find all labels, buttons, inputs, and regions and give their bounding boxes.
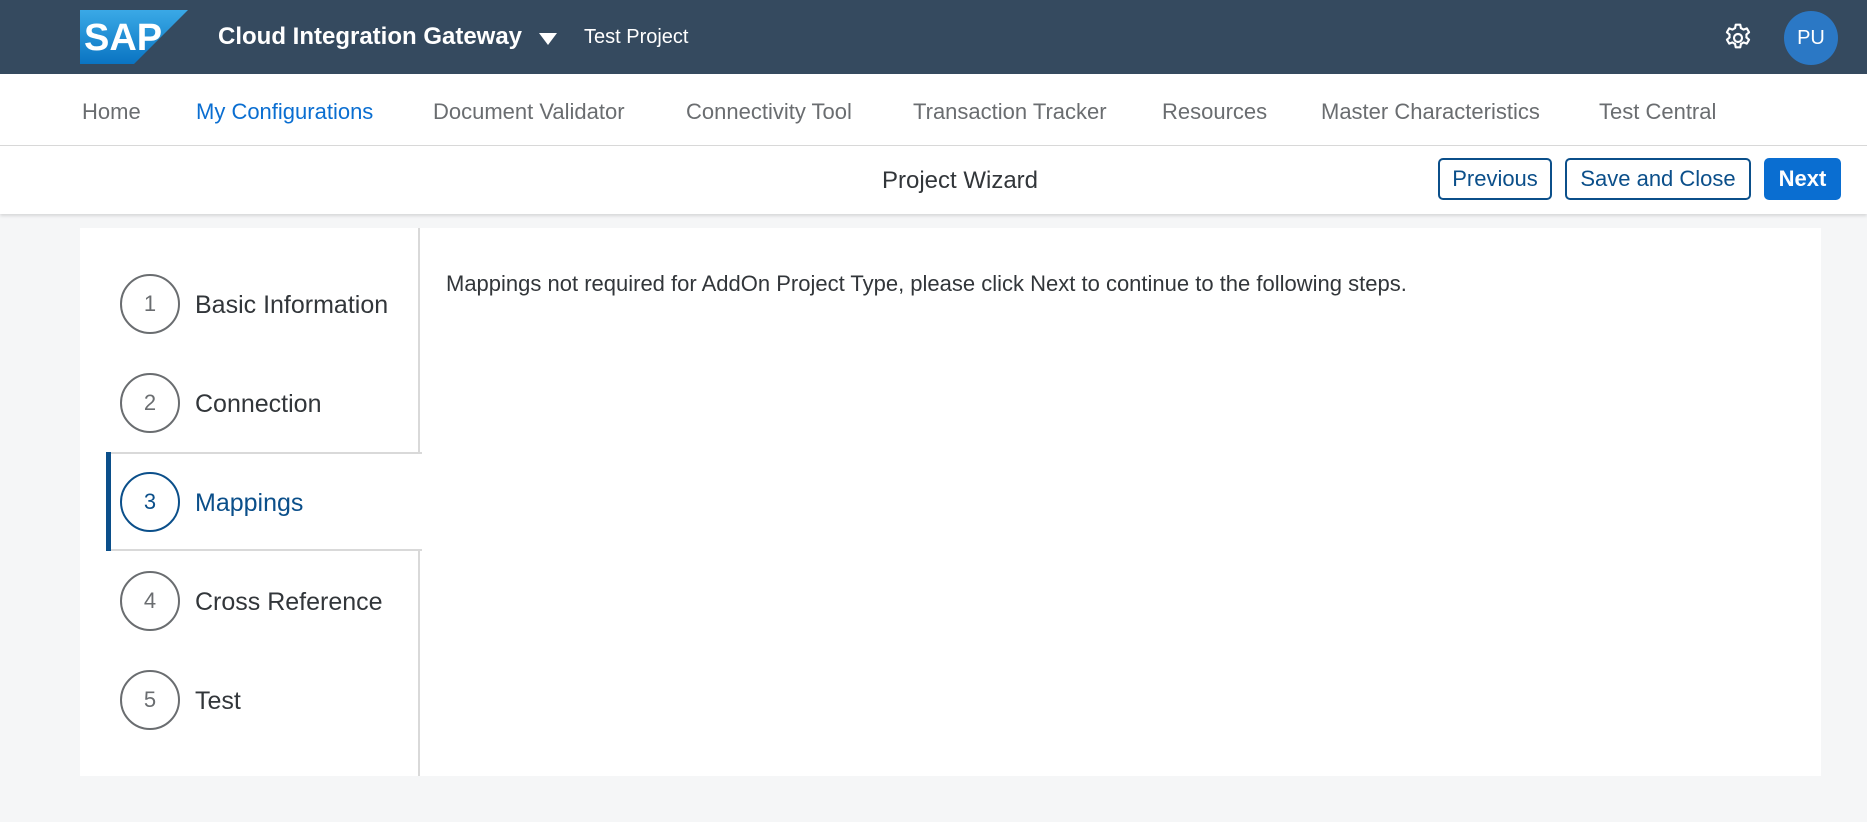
sap-logo-text: SAP — [84, 17, 162, 59]
step-number-circle: 5 — [120, 670, 180, 730]
wizard-step-cross-reference[interactable]: 4 Cross Reference — [106, 551, 420, 650]
caret-down-icon[interactable] — [538, 32, 558, 46]
nav-item-resources[interactable]: Resources — [1162, 98, 1267, 126]
nav-item-connectivity-tool[interactable]: Connectivity Tool — [686, 98, 852, 126]
step-number-circle: 3 — [120, 472, 180, 532]
step-label: Test — [195, 687, 241, 715]
shell-bar: SAP Cloud Integration Gateway Test Proje… — [0, 0, 1867, 74]
nav-item-transaction-tracker[interactable]: Transaction Tracker — [913, 98, 1107, 126]
wizard-steps: 1 Basic Information 2 Connection 3 Mappi… — [80, 228, 422, 776]
nav-item-document-validator[interactable]: Document Validator — [433, 98, 625, 126]
save-and-close-button[interactable]: Save and Close — [1565, 158, 1751, 200]
previous-button[interactable]: Previous — [1438, 158, 1552, 200]
project-name[interactable]: Test Project — [584, 24, 688, 50]
step-number-circle: 1 — [120, 274, 180, 334]
wizard-step-mappings[interactable]: 3 Mappings — [106, 452, 422, 551]
next-button[interactable]: Next — [1764, 158, 1841, 200]
wizard-header: Project Wizard Previous Save and Close N… — [0, 146, 1867, 214]
gear-icon[interactable] — [1722, 22, 1754, 54]
step-label: Connection — [195, 390, 322, 418]
mappings-message: Mappings not required for AddOn Project … — [446, 271, 1407, 296]
step-label: Mappings — [195, 489, 304, 517]
wizard-step-connection[interactable]: 2 Connection — [106, 353, 420, 452]
step-number-circle: 2 — [120, 373, 180, 433]
wizard-step-test[interactable]: 5 Test — [106, 650, 420, 749]
step-number-circle: 4 — [120, 571, 180, 631]
nav-item-test-central[interactable]: Test Central — [1599, 98, 1716, 126]
avatar[interactable]: PU — [1784, 11, 1838, 65]
nav-item-home[interactable]: Home — [82, 98, 141, 126]
wizard-content: 1 Basic Information 2 Connection 3 Mappi… — [80, 228, 1821, 776]
step-label: Cross Reference — [195, 588, 383, 616]
app-title: Cloud Integration Gateway — [218, 23, 523, 50]
sap-logo[interactable]: SAP — [80, 10, 188, 64]
nav-item-my-configurations[interactable]: My Configurations — [196, 98, 373, 126]
top-navigation: Home My Configurations Document Validato… — [0, 74, 1867, 146]
nav-item-master-characteristics[interactable]: Master Characteristics — [1321, 98, 1540, 126]
wizard-step-basic-information[interactable]: 1 Basic Information — [106, 254, 420, 353]
step-label: Basic Information — [195, 291, 389, 319]
